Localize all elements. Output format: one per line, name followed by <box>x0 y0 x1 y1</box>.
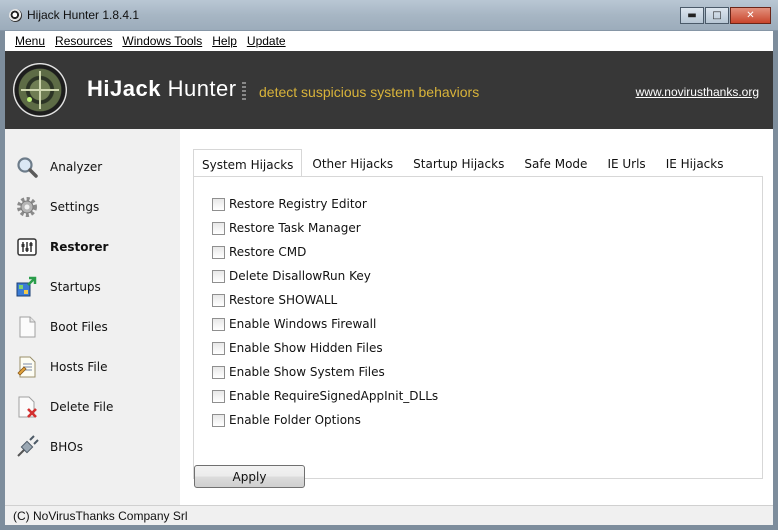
option-label: Enable RequireSignedAppInit_DLLs <box>229 389 439 403</box>
banner-divider <box>242 82 246 100</box>
sidebar-item-label: Startups <box>50 280 101 294</box>
tagline: detect suspicious system behaviors <box>259 84 480 100</box>
sidebar-item-bhos[interactable]: BHOs <box>5 427 180 467</box>
menu-windows-tools[interactable]: Windows Tools <box>117 34 207 48</box>
option-label: Enable Show System Files <box>229 365 385 379</box>
option-label: Restore CMD <box>229 245 307 259</box>
sidebar: Analyzer Settings Restorer Startups Boot… <box>5 129 180 505</box>
option-enable-requiresignedappinit-dlls[interactable]: Enable RequireSignedAppInit_DLLs <box>212 387 438 405</box>
option-restore-showall[interactable]: Restore SHOWALL <box>212 291 337 309</box>
logo-blip <box>27 97 32 102</box>
app-name-bold: HiJack <box>87 76 161 101</box>
delete-file-icon <box>18 396 37 418</box>
client-area: Menu Resources Windows Tools Help Update… <box>5 31 773 525</box>
header-banner: HiJack Hunter detect suspicious system b… <box>5 51 773 129</box>
checkbox[interactable] <box>212 245 225 259</box>
app-name: HiJack Hunter <box>87 76 237 102</box>
option-label: Enable Windows Firewall <box>229 317 377 331</box>
magnifier-icon <box>17 157 38 178</box>
hosts-file-icon <box>17 356 36 378</box>
sidebar-item-restorer[interactable]: Restorer <box>5 227 180 267</box>
sidebar-item-label: Settings <box>50 200 100 214</box>
option-label: Enable Show Hidden Files <box>229 341 383 355</box>
startup-icon <box>16 276 37 297</box>
minimize-button[interactable]: ▬ <box>680 7 704 24</box>
option-enable-windows-firewall[interactable]: Enable Windows Firewall <box>212 315 376 333</box>
sidebar-item-hosts-file[interactable]: Hosts File <box>5 347 180 387</box>
sidebar-item-settings[interactable]: Settings <box>5 187 180 227</box>
option-restore-cmd[interactable]: Restore CMD <box>212 243 306 261</box>
restore-icon <box>17 238 37 256</box>
option-restore-task-manager[interactable]: Restore Task Manager <box>212 219 361 237</box>
minimize-icon: ▬ <box>687 10 697 21</box>
sidebar-item-label: Restorer <box>50 240 109 254</box>
menu-help[interactable]: Help <box>207 34 242 48</box>
tab-strip: System Hijacks Other Hijacks Startup Hij… <box>193 149 734 176</box>
logo-crosshair-vertical <box>39 71 41 109</box>
sidebar-item-analyzer[interactable]: Analyzer <box>5 147 180 187</box>
app-window: Hijack Hunter 1.8.4.1 ▬ □ ✕ Menu Resourc… <box>0 0 778 530</box>
close-icon: ✕ <box>746 10 755 21</box>
window-controls: ▬ □ ✕ <box>679 7 771 24</box>
app-logo-icon <box>9 9 22 22</box>
title-bar[interactable]: Hijack Hunter 1.8.4.1 ▬ □ ✕ <box>0 0 778 31</box>
tab-system-hijacks[interactable]: System Hijacks <box>193 149 303 176</box>
option-enable-show-hidden-files[interactable]: Enable Show Hidden Files <box>212 339 383 357</box>
main-panel: System Hijacks Other Hijacks Startup Hij… <box>180 129 773 505</box>
window-title: Hijack Hunter 1.8.4.1 <box>27 8 140 22</box>
option-label: Restore Registry Editor <box>229 197 367 211</box>
sidebar-item-label: Hosts File <box>50 360 108 374</box>
option-label: Enable Folder Options <box>229 413 361 427</box>
apply-button[interactable]: Apply <box>194 465 305 488</box>
tab-ie-hijacks[interactable]: IE Hijacks <box>656 152 734 176</box>
maximize-button[interactable]: □ <box>705 7 729 24</box>
sidebar-item-delete-file[interactable]: Delete File <box>5 387 180 427</box>
sidebar-item-label: Delete File <box>50 400 114 414</box>
sidebar-item-boot-files[interactable]: Boot Files <box>5 307 180 347</box>
app-name-rest: Hunter <box>160 76 237 101</box>
checkbox[interactable] <box>212 197 225 211</box>
checkbox[interactable] <box>212 317 225 331</box>
option-label: Restore SHOWALL <box>229 293 338 307</box>
option-label: Delete DisallowRun Key <box>229 269 371 283</box>
checkbox[interactable] <box>212 365 225 379</box>
option-delete-disallowrun-key[interactable]: Delete DisallowRun Key <box>212 267 371 285</box>
option-label: Restore Task Manager <box>229 221 361 235</box>
sidebar-item-label: Analyzer <box>50 160 103 174</box>
sidebar-item-label: BHOs <box>50 440 83 454</box>
option-restore-registry-editor[interactable]: Restore Registry Editor <box>212 195 367 213</box>
option-enable-show-system-files[interactable]: Enable Show System Files <box>212 363 385 381</box>
checkbox[interactable] <box>212 293 225 307</box>
sidebar-item-label: Boot Files <box>50 320 108 334</box>
gear-icon <box>17 197 37 217</box>
menu-bar: Menu Resources Windows Tools Help Update <box>5 31 773 51</box>
menu-menu[interactable]: Menu <box>10 34 50 48</box>
status-bar: (C) NoVirusThanks Company Srl <box>5 505 773 525</box>
tab-safe-mode[interactable]: Safe Mode <box>514 152 597 176</box>
maximize-icon: □ <box>712 10 722 21</box>
system-hijacks-panel: Restore Registry Editor Restore Task Man… <box>193 176 763 479</box>
checkbox[interactable] <box>212 413 225 427</box>
close-button[interactable]: ✕ <box>730 7 771 24</box>
sidebar-item-startups[interactable]: Startups <box>5 267 180 307</box>
menu-resources[interactable]: Resources <box>50 34 117 48</box>
checkbox[interactable] <box>212 269 225 283</box>
checkbox[interactable] <box>212 341 225 355</box>
menu-update[interactable]: Update <box>242 34 291 48</box>
tab-other-hijacks[interactable]: Other Hijacks <box>302 152 403 176</box>
tab-startup-hijacks[interactable]: Startup Hijacks <box>403 152 514 176</box>
plugin-icon <box>17 435 39 457</box>
checkbox[interactable] <box>212 221 225 235</box>
website-link[interactable]: www.novirusthanks.org <box>636 85 759 99</box>
option-enable-folder-options[interactable]: Enable Folder Options <box>212 411 361 429</box>
checkbox[interactable] <box>212 389 225 403</box>
boot-file-icon <box>19 316 36 338</box>
tab-ie-urls[interactable]: IE Urls <box>597 152 655 176</box>
